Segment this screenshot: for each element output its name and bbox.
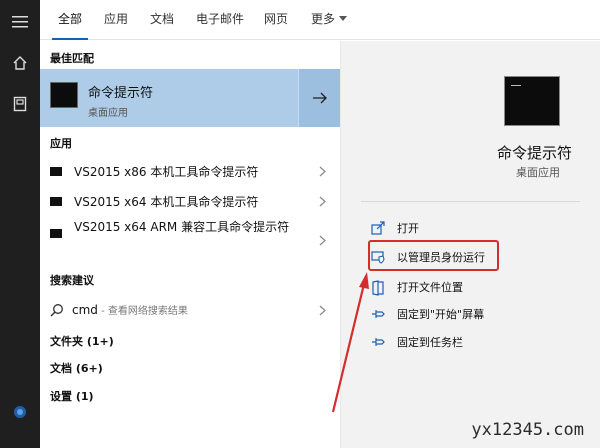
web-search-suggestion[interactable]: cmd - 查看网络搜索结果	[40, 296, 340, 324]
tab-all[interactable]: 全部	[52, 0, 88, 40]
cortana-button[interactable]	[0, 392, 40, 432]
home-icon	[13, 56, 27, 70]
apps-header: 应用	[50, 137, 72, 150]
console-icon	[50, 229, 62, 238]
search-icon	[50, 304, 63, 317]
console-icon	[50, 82, 78, 108]
results-panel: 最佳匹配 命令提示符 桌面应用 应用 VS2015 x86 本机工具命令提示符 …	[40, 41, 340, 448]
home-button[interactable]	[0, 43, 40, 83]
detail-divider	[361, 201, 580, 202]
list-item[interactable]: VS2015 x86 本机工具命令提示符	[40, 157, 340, 185]
category-folders[interactable]: 文件夹 (1+)	[50, 333, 114, 349]
action-label: 打开文件位置	[397, 281, 463, 294]
app-label: VS2015 x64 本机工具命令提示符	[74, 195, 259, 209]
tab-more-label: 更多	[310, 12, 335, 26]
category-documents[interactable]: 文档 (6+)	[50, 360, 103, 376]
best-match-title: 命令提示符	[88, 86, 154, 101]
best-match-item[interactable]: 命令提示符 桌面应用	[40, 69, 340, 127]
tab-more[interactable]: 更多	[304, 0, 354, 40]
best-match-header: 最佳匹配	[50, 52, 94, 65]
action-label: 固定到"开始"屏幕	[397, 308, 485, 321]
best-match-subtitle: 桌面应用	[88, 108, 128, 119]
expand-arrow-button[interactable]	[298, 69, 340, 127]
console-icon	[50, 197, 62, 206]
suggestion-text: cmd - 查看网络搜索结果	[72, 302, 188, 317]
tab-documents[interactable]: 文档	[144, 0, 180, 40]
pin-icon	[372, 310, 385, 318]
chevron-down-icon	[339, 16, 347, 21]
console-icon	[504, 76, 560, 126]
action-pin-to-taskbar[interactable]: 固定到任务栏	[367, 331, 587, 353]
tab-apps[interactable]: 应用	[98, 0, 134, 40]
folder-icon	[372, 280, 384, 296]
hamburger-icon	[12, 16, 28, 28]
chevron-right-icon[interactable]	[319, 235, 326, 246]
chevron-right-icon[interactable]	[319, 305, 326, 316]
action-open-file-location[interactable]: 打开文件位置	[367, 276, 587, 298]
action-pin-to-start[interactable]: 固定到"开始"屏幕	[367, 303, 587, 325]
action-label: 固定到任务栏	[397, 336, 463, 349]
documents-button[interactable]	[0, 84, 40, 124]
app-label: VS2015 x64 ARM 兼容工具命令提示符	[74, 220, 290, 234]
category-settings[interactable]: 设置 (1)	[50, 388, 94, 404]
action-open[interactable]: 打开	[367, 217, 587, 239]
open-icon	[371, 221, 385, 235]
detail-title: 命令提示符	[496, 144, 572, 162]
suggestion-query: cmd	[72, 303, 98, 317]
tab-web[interactable]: 网页	[258, 0, 294, 40]
annotation-highlight-box	[368, 240, 499, 271]
app-label: VS2015 x86 本机工具命令提示符	[74, 165, 259, 179]
chevron-right-icon[interactable]	[319, 196, 326, 207]
pin-icon	[372, 338, 385, 346]
left-rail	[0, 0, 40, 448]
document-icon	[13, 96, 27, 112]
action-label: 打开	[397, 222, 419, 235]
search-suggestions-header: 搜索建议	[50, 274, 94, 287]
console-icon	[50, 167, 62, 176]
cortana-icon	[14, 406, 26, 418]
list-item[interactable]: VS2015 x64 本机工具命令提示符	[40, 187, 340, 215]
detail-subtitle: 桌面应用	[516, 166, 560, 179]
list-item[interactable]: VS2015 x64 ARM 兼容工具命令提示符	[40, 217, 340, 257]
menu-button[interactable]	[0, 2, 40, 42]
arrow-right-icon	[312, 92, 327, 104]
watermark: yx12345.com	[471, 420, 584, 440]
suggestion-hint: - 查看网络搜索结果	[97, 306, 188, 317]
chevron-right-icon[interactable]	[319, 166, 326, 177]
search-tabs: 全部 应用 文档 电子邮件 网页 更多	[40, 0, 600, 40]
tab-email[interactable]: 电子邮件	[190, 0, 250, 40]
